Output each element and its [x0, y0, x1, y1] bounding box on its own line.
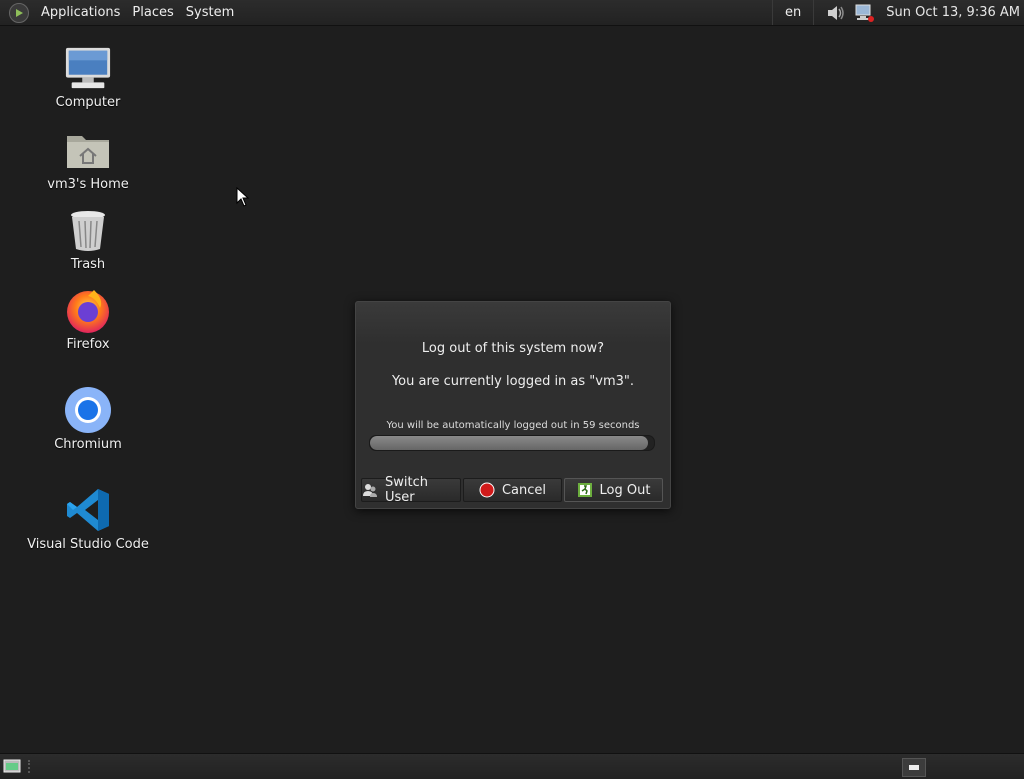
desktop-icon-computer[interactable]: Computer: [18, 44, 158, 110]
top-panel: Applications Places System en Sun Oct 13…: [0, 0, 1024, 26]
dialog-button-row: Switch User Cancel Log Out: [361, 475, 663, 505]
firefox-icon: [64, 286, 112, 334]
cancel-button[interactable]: Cancel: [463, 478, 562, 502]
desktop-icon-trash[interactable]: Trash: [18, 206, 158, 272]
mouse-cursor-icon: [236, 187, 250, 207]
desktop-icon-home[interactable]: vm3's Home: [18, 126, 158, 192]
computer-icon: [64, 44, 112, 92]
logout-dialog: Log out of this system now? You are curr…: [355, 301, 671, 509]
desktop-icon-vscode[interactable]: Visual Studio Code: [18, 486, 158, 552]
desktop-icon-chromium[interactable]: Chromium: [18, 386, 158, 452]
desktop-icon-firefox[interactable]: Firefox: [18, 286, 158, 352]
cancel-icon: [479, 482, 495, 498]
menu-places[interactable]: Places: [126, 5, 179, 20]
logout-progress-bar: [369, 435, 655, 451]
panel-separator: [813, 0, 815, 25]
exit-icon: [577, 482, 593, 498]
trash-icon: [64, 206, 112, 254]
panel-grip-handle[interactable]: [28, 760, 36, 773]
show-desktop-icon[interactable]: [3, 759, 21, 773]
network-icon[interactable]: [854, 3, 876, 23]
desktop-icon-label: Firefox: [66, 337, 110, 352]
vscode-icon: [64, 486, 112, 534]
keyboard-layout-indicator[interactable]: en: [779, 5, 807, 20]
desktop-icon-label: Trash: [70, 257, 106, 272]
logout-progress-fill: [370, 436, 649, 450]
home-folder-icon: [64, 126, 112, 174]
logout-timer-text: You will be automatically logged out in …: [386, 420, 640, 431]
chromium-icon: [64, 386, 112, 434]
cancel-label: Cancel: [501, 482, 547, 498]
switch-user-button[interactable]: Switch User: [361, 475, 461, 505]
applications-menu-icon[interactable]: [9, 2, 29, 23]
panel-separator: [772, 0, 774, 25]
desktop-icon-label: vm3's Home: [47, 177, 129, 192]
menu-applications[interactable]: Applications: [35, 5, 126, 20]
dialog-subtitle: You are currently logged in as "vm3".: [391, 374, 635, 389]
bottom-panel: [0, 753, 1024, 779]
log-out-label: Log Out: [599, 482, 651, 498]
dialog-title: Log out of this system now?: [421, 341, 605, 356]
workspace-switcher-active[interactable]: [902, 758, 926, 777]
workspace-switcher[interactable]: [930, 758, 1020, 775]
desktop-icon-label: Chromium: [54, 437, 122, 452]
volume-icon[interactable]: [824, 3, 846, 23]
system-tray: en Sun Oct 13, 9:36 AM: [766, 0, 1024, 25]
clock[interactable]: Sun Oct 13, 9:36 AM: [880, 5, 1024, 20]
log-out-button[interactable]: Log Out: [564, 478, 663, 502]
desktop-icon-label: Visual Studio Code: [27, 537, 149, 552]
switch-user-label: Switch User: [385, 475, 428, 505]
users-icon: [362, 482, 378, 498]
workspace-window-thumb: [909, 765, 919, 770]
menu-system[interactable]: System: [180, 5, 240, 20]
desktop-icon-label: Computer: [55, 95, 121, 110]
